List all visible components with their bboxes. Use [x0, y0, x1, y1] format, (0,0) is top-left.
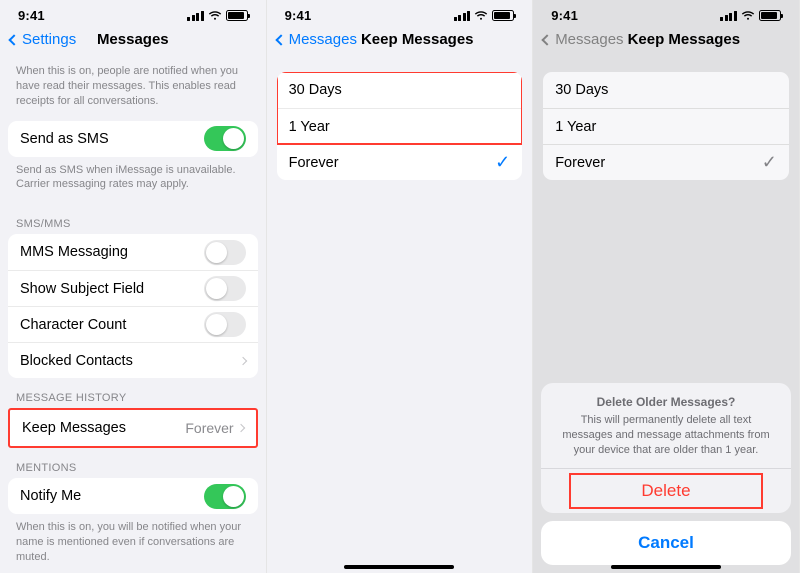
screen-messages-settings: 9:41 Settings Messages When this is on, …	[0, 0, 267, 573]
action-sheet: Delete Older Messages? This will permane…	[541, 383, 791, 565]
opt-30-label: 30 Days	[289, 82, 342, 98]
cell-send-as-sms[interactable]: Send as SMS	[8, 121, 258, 157]
group-keep-messages: Keep Messages Forever	[8, 408, 258, 448]
group-send-sms: Send as SMS	[8, 121, 258, 157]
back-label: Messages	[289, 31, 357, 48]
notify-me-label: Notify Me	[20, 488, 81, 504]
group-keep-options-dim: 30 Days 1 Year Forever ✓	[543, 72, 789, 180]
nav-title: Keep Messages	[628, 31, 789, 48]
nav-title: Messages	[10, 31, 256, 48]
status-time: 9:41	[18, 8, 45, 23]
nav-bar: Settings Messages	[0, 27, 266, 58]
home-indicator	[344, 565, 454, 569]
screen-delete-sheet: 9:41 Messages Keep Messages 30 Days 1 Ye…	[533, 0, 800, 573]
show-subject-toggle[interactable]	[204, 276, 246, 301]
back-label: Messages	[555, 31, 623, 48]
status-time: 9:41	[285, 8, 312, 23]
keep-messages-value: Forever	[185, 420, 243, 436]
keep-messages-label: Keep Messages	[22, 420, 126, 436]
char-count-toggle[interactable]	[204, 312, 246, 337]
cell-show-subject[interactable]: Show Subject Field	[8, 270, 258, 306]
cancel-button[interactable]: Cancel	[541, 521, 791, 565]
delete-label: Delete	[641, 481, 690, 500]
wifi-icon	[474, 11, 488, 21]
option-1-year[interactable]: 1 Year	[277, 108, 523, 144]
nav-title: Keep Messages	[361, 31, 522, 48]
battery-icon	[759, 10, 781, 21]
status-right	[720, 10, 781, 21]
header-mentions: MENTIONS	[0, 448, 266, 478]
wifi-icon	[741, 11, 755, 21]
group-smsmms: MMS Messaging Show Subject Field Charact…	[8, 234, 258, 378]
cell-blocked-contacts[interactable]: Blocked Contacts	[8, 342, 258, 378]
cellular-icon	[720, 11, 737, 21]
home-indicator	[611, 565, 721, 569]
opt-forever-label: Forever	[289, 155, 339, 171]
option-1-year: 1 Year	[543, 108, 789, 144]
screen-keep-messages: 9:41 Messages Keep Messages 30 Days 1 Ye…	[267, 0, 534, 573]
nav-bar: Messages Keep Messages	[267, 27, 533, 58]
group-keep-options: 30 Days 1 Year Forever ✓	[277, 72, 523, 180]
cell-notify-me[interactable]: Notify Me	[8, 478, 258, 514]
chevron-right-icon	[238, 356, 246, 364]
cell-char-count[interactable]: Character Count	[8, 306, 258, 342]
status-bar: 9:41	[267, 0, 533, 27]
char-count-label: Character Count	[20, 317, 126, 333]
cancel-label: Cancel	[638, 533, 694, 552]
status-right	[454, 10, 515, 21]
status-bar: 9:41	[0, 0, 266, 27]
notify-me-toggle[interactable]	[204, 484, 246, 509]
delete-button[interactable]: Delete	[541, 468, 791, 513]
status-time: 9:41	[551, 8, 578, 23]
header-history: MESSAGE HISTORY	[0, 378, 266, 408]
chevron-right-icon	[236, 424, 244, 432]
cellular-icon	[187, 11, 204, 21]
opt-1y-label: 1 Year	[555, 119, 596, 135]
checkmark-icon: ✓	[495, 152, 510, 173]
opt-forever-label: Forever	[555, 155, 605, 171]
show-subject-label: Show Subject Field	[20, 281, 144, 297]
option-forever: Forever ✓	[543, 144, 789, 180]
mms-label: MMS Messaging	[20, 244, 128, 260]
back-button: Messages	[543, 31, 623, 48]
sheet-title: Delete Older Messages?	[559, 395, 773, 409]
chevron-left-icon	[542, 34, 553, 45]
sheet-header: Delete Older Messages? This will permane…	[541, 383, 791, 468]
notify-footer: When this is on, you will be notified wh…	[0, 514, 266, 573]
back-button[interactable]: Messages	[277, 31, 357, 48]
option-forever[interactable]: Forever ✓	[277, 144, 523, 180]
send-sms-footer: Send as SMS when iMessage is unavailable…	[0, 157, 266, 205]
header-smsmms: SMS/MMS	[0, 204, 266, 234]
read-receipts-footer: When this is on, people are notified whe…	[0, 58, 266, 121]
group-mentions: Notify Me	[8, 478, 258, 514]
opt-1y-label: 1 Year	[289, 119, 330, 135]
battery-icon	[492, 10, 514, 21]
battery-icon	[226, 10, 248, 21]
chevron-left-icon	[275, 34, 286, 45]
status-right	[187, 10, 248, 21]
opt-30-label: 30 Days	[555, 82, 608, 98]
cell-keep-messages[interactable]: Keep Messages Forever	[10, 410, 256, 446]
option-30-days: 30 Days	[543, 72, 789, 108]
cellular-icon	[454, 11, 471, 21]
blocked-label: Blocked Contacts	[20, 353, 133, 369]
send-as-sms-label: Send as SMS	[20, 131, 109, 147]
sheet-message: This will permanently delete all text me…	[559, 413, 773, 458]
nav-bar: Messages Keep Messages	[533, 27, 799, 58]
cell-mms-messaging[interactable]: MMS Messaging	[8, 234, 258, 270]
status-bar: 9:41	[533, 0, 799, 27]
option-30-days[interactable]: 30 Days	[277, 72, 523, 108]
wifi-icon	[208, 11, 222, 21]
mms-toggle[interactable]	[204, 240, 246, 265]
send-as-sms-toggle[interactable]	[204, 126, 246, 151]
checkmark-icon: ✓	[762, 152, 777, 173]
sheet-card: Delete Older Messages? This will permane…	[541, 383, 791, 513]
